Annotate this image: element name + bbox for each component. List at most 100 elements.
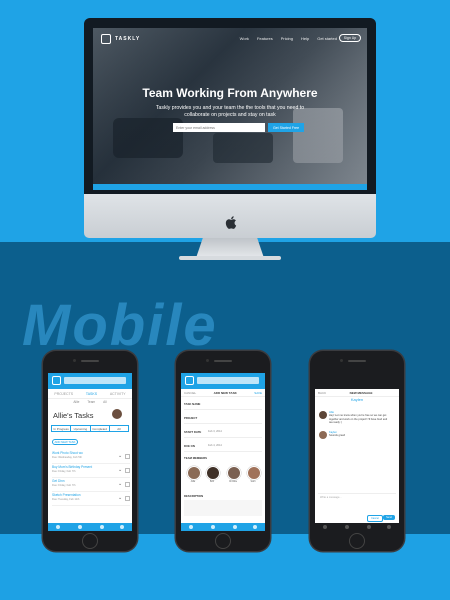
hero-title: Team Working From Anywhere bbox=[142, 86, 318, 100]
nav-messages-icon[interactable] bbox=[100, 525, 104, 529]
home-button[interactable] bbox=[82, 533, 98, 549]
subtab[interactable]: All bbox=[103, 400, 107, 404]
nav-tasks-icon[interactable] bbox=[78, 525, 82, 529]
save-button[interactable]: SAVE bbox=[254, 391, 262, 395]
home-button[interactable] bbox=[215, 533, 231, 549]
description-label: DESCRIPTION bbox=[184, 494, 204, 498]
project-field[interactable]: PROJECT bbox=[184, 413, 262, 424]
nav-home-icon[interactable] bbox=[323, 525, 327, 529]
nav-tasks-icon[interactable] bbox=[345, 525, 349, 529]
search-input[interactable] bbox=[197, 377, 259, 384]
tab-tasks[interactable]: TASKS bbox=[86, 392, 97, 396]
message-input[interactable]: Write a message... bbox=[318, 493, 396, 509]
phone-screen: CANCEL ADD NEW TASK SAVE TASK NAME PROJE… bbox=[181, 373, 265, 531]
list-item[interactable]: Sketch Presentation Due: Tuesday, Feb 11… bbox=[52, 492, 130, 506]
nav-messages-icon[interactable] bbox=[367, 525, 371, 529]
chevron-down-icon[interactable]: ⌄ bbox=[118, 453, 122, 459]
list-item[interactable]: Work Photo Shoot wo Due: Wednesday, Feb … bbox=[52, 450, 130, 464]
cancel-button[interactable]: Cancel bbox=[367, 515, 383, 522]
chevron-down-icon[interactable]: ⌄ bbox=[118, 495, 122, 501]
chevron-down-icon[interactable]: ⌄ bbox=[118, 467, 122, 473]
avatar[interactable] bbox=[247, 466, 261, 480]
task-date: Due: Wednesday, Feb 5th bbox=[52, 456, 82, 459]
apple-logo-icon bbox=[225, 216, 237, 229]
avatar bbox=[319, 411, 327, 419]
brand-logo[interactable]: TASKLY bbox=[101, 34, 140, 44]
task-name: Buy Mom's Birthday Present bbox=[52, 465, 93, 469]
list-item[interactable]: Get Dinn Due: Friday, Feb 7th ⌄ bbox=[52, 478, 130, 492]
avatar[interactable] bbox=[112, 409, 122, 419]
filter-option[interactable]: All bbox=[110, 426, 128, 431]
search-input[interactable] bbox=[64, 377, 126, 384]
message-bubble: Kaylen Sounds great! bbox=[329, 431, 346, 438]
status-filter: In Progress Upcoming Completed All bbox=[51, 425, 129, 432]
filter-option[interactable]: Upcoming bbox=[71, 426, 91, 431]
chevron-down-icon[interactable]: ⌄ bbox=[118, 481, 122, 487]
due-date-field[interactable]: DUE ON Feb 4, 2014 bbox=[184, 441, 262, 452]
list-item[interactable]: Buy Mom's Birthday Present Due: Friday, … bbox=[52, 464, 130, 478]
task-checkbox[interactable] bbox=[125, 468, 130, 473]
task-name: Work Photo Shoot wo bbox=[52, 451, 83, 455]
nav-home-icon[interactable] bbox=[189, 525, 193, 529]
task-checkbox[interactable] bbox=[125, 482, 130, 487]
website-footer-bar bbox=[93, 184, 367, 190]
app-logo-icon[interactable] bbox=[52, 376, 61, 385]
nav-profile-icon[interactable] bbox=[120, 525, 124, 529]
subtab[interactable]: Team bbox=[87, 400, 95, 404]
task-list: Work Photo Shoot wo Due: Wednesday, Feb … bbox=[52, 450, 130, 506]
tab-activity[interactable]: ACTIVITY bbox=[110, 392, 126, 396]
member-name: Sam bbox=[250, 480, 256, 483]
add-task-button[interactable]: ADD NEW TASK bbox=[52, 439, 78, 445]
filter-option[interactable]: Completed bbox=[91, 426, 110, 431]
task-checkbox[interactable] bbox=[125, 496, 130, 501]
nav-messages-icon[interactable] bbox=[233, 525, 237, 529]
nav-home-icon[interactable] bbox=[56, 525, 60, 529]
member-name: Allie bbox=[190, 480, 196, 483]
avatar[interactable] bbox=[227, 466, 241, 480]
subtab[interactable]: Allie bbox=[73, 400, 79, 404]
nav-link[interactable]: Pricing bbox=[281, 36, 293, 41]
nav-links: Work Features Pricing Help Get started bbox=[240, 36, 337, 41]
task-name: Sketch Presentation bbox=[52, 493, 81, 497]
nav-link[interactable]: Work bbox=[240, 36, 249, 41]
get-started-button[interactable]: Get Started Free bbox=[268, 123, 304, 132]
email-input[interactable] bbox=[173, 123, 265, 132]
nav-link[interactable]: Get started bbox=[317, 36, 337, 41]
avatar[interactable] bbox=[187, 466, 201, 480]
nav-tasks-icon[interactable] bbox=[211, 525, 215, 529]
member-name: Christie bbox=[228, 480, 238, 483]
start-date-field[interactable]: START DATE Feb 3, 2014 bbox=[184, 427, 262, 438]
home-button[interactable] bbox=[349, 533, 365, 549]
task-name: Get Dinn bbox=[52, 479, 65, 483]
signup-button[interactable]: Sign Up bbox=[339, 34, 361, 42]
nav-profile-icon[interactable] bbox=[387, 525, 391, 529]
app-logo-icon[interactable] bbox=[185, 376, 194, 385]
bottom-nav bbox=[48, 523, 132, 531]
tab-projects[interactable]: PROJECTS bbox=[54, 392, 73, 396]
message-title: NEW MESSAGE bbox=[349, 390, 373, 395]
back-button[interactable]: BACK bbox=[318, 391, 326, 395]
message-toolbar: BACK NEW MESSAGE bbox=[315, 389, 399, 397]
monitor-stand bbox=[196, 238, 264, 258]
filter-option[interactable]: In Progress bbox=[52, 426, 72, 431]
bottom-nav bbox=[181, 523, 265, 531]
brand-name: TASKLY bbox=[115, 36, 141, 42]
task-checkbox[interactable] bbox=[125, 454, 130, 459]
message-bubble: Allie Hey! Let me know when you're free … bbox=[329, 411, 388, 424]
task-name-field[interactable]: TASK NAME bbox=[184, 399, 262, 410]
website-screen: TASKLY Work Features Pricing Help Get st… bbox=[93, 28, 367, 190]
nav-profile-icon[interactable] bbox=[253, 525, 257, 529]
phone-add-task: CANCEL ADD NEW TASK SAVE TASK NAME PROJE… bbox=[176, 351, 270, 551]
page-title: Allie's Tasks bbox=[53, 411, 94, 420]
description-field[interactable] bbox=[184, 500, 262, 516]
bottom-nav bbox=[315, 523, 399, 531]
member-name: Bob bbox=[209, 480, 215, 483]
nav-link[interactable]: Help bbox=[301, 36, 309, 41]
section-label: Mobile bbox=[22, 293, 218, 358]
avatar[interactable] bbox=[206, 466, 220, 480]
send-button[interactable]: Send bbox=[383, 515, 395, 520]
form-toolbar: CANCEL ADD NEW TASK SAVE bbox=[181, 389, 265, 397]
nav-link[interactable]: Features bbox=[257, 36, 273, 41]
cancel-button[interactable]: CANCEL bbox=[184, 391, 196, 395]
sub-tabs: Allie Team All bbox=[48, 398, 132, 405]
